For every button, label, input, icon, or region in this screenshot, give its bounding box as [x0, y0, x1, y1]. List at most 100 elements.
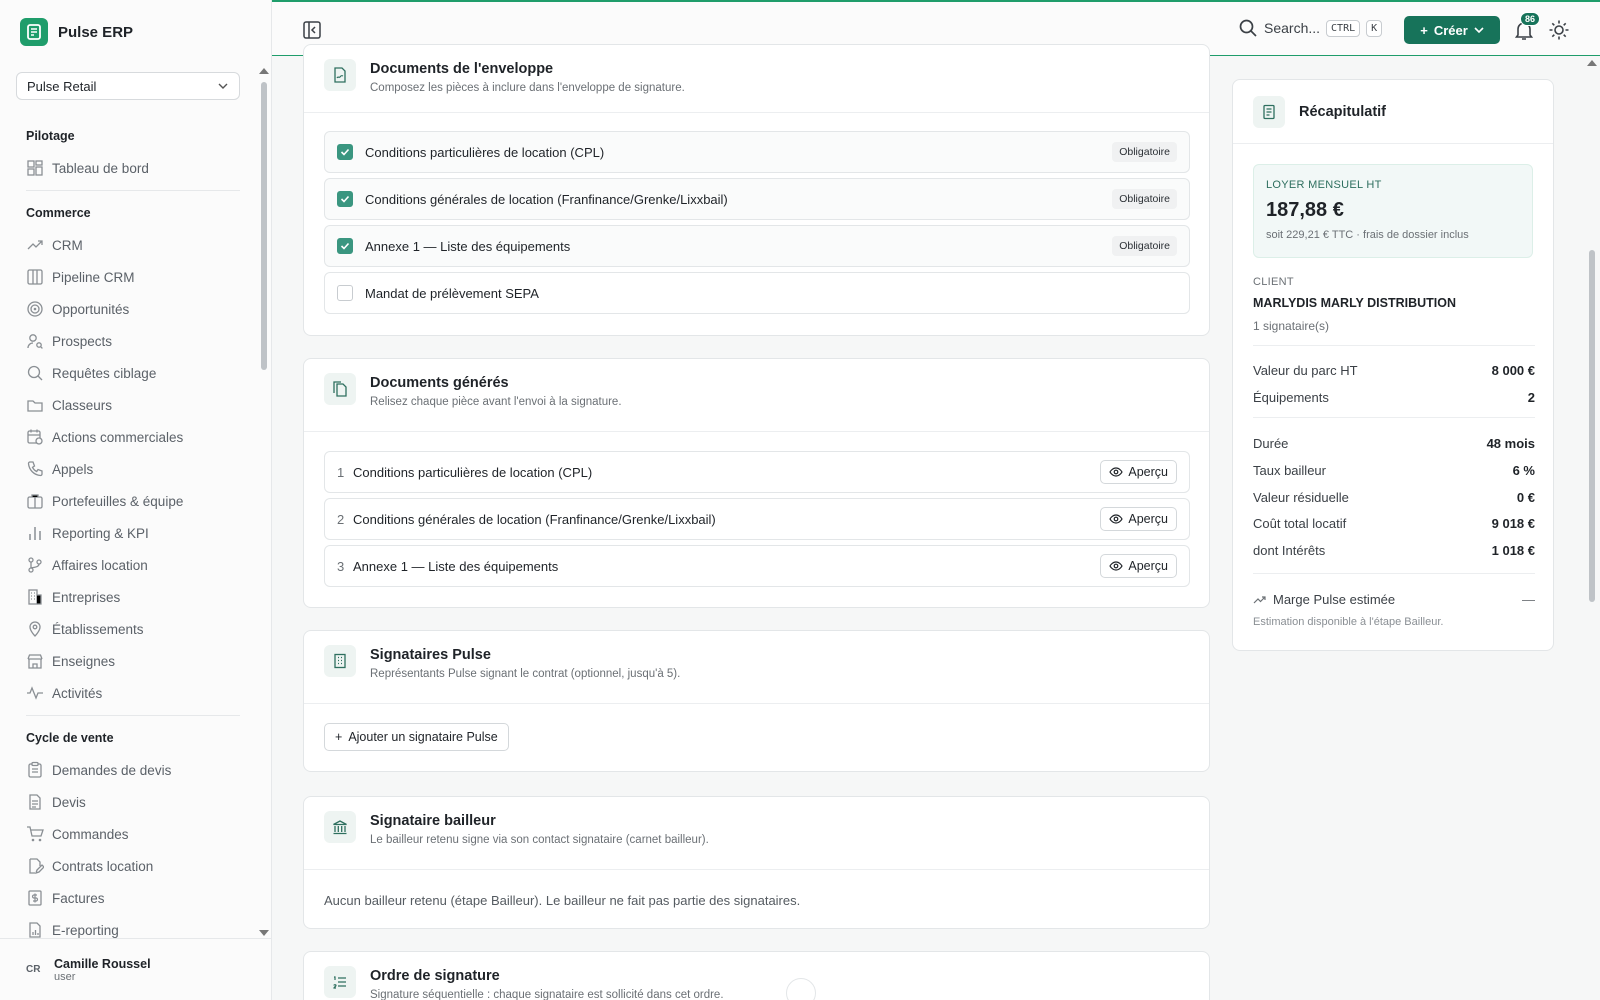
card-subtitle: Signature séquentielle : chaque signatai…: [370, 989, 724, 1000]
required-badge: Obligatoire: [1112, 236, 1177, 256]
sidebar-item-prospects[interactable]: Prospects: [0, 325, 256, 357]
sidebar-item-reporting[interactable]: Reporting & KPI: [0, 517, 256, 549]
columns-icon: [27, 269, 43, 285]
required-badge: Obligatoire: [1112, 189, 1177, 209]
sidebar-toggle-icon[interactable]: [302, 20, 322, 40]
sidebar-item-commandes[interactable]: Commandes: [0, 818, 256, 850]
sidebar-item-entreprises[interactable]: Entreprises: [0, 581, 256, 613]
preview-button[interactable]: Aperçu: [1100, 460, 1177, 484]
sidebar-item-appels[interactable]: Appels: [0, 453, 256, 485]
preview-label: Aperçu: [1128, 512, 1168, 526]
envelope-doc-row[interactable]: Mandat de prélèvement SEPA: [324, 272, 1190, 314]
required-badge: Obligatoire: [1112, 142, 1177, 162]
card-subtitle: Le bailleur retenu signe via son contact…: [370, 834, 709, 846]
margin-label: Marge Pulse estimée: [1273, 592, 1396, 607]
add-pulse-signer-button[interactable]: + Ajouter un signataire Pulse: [324, 723, 509, 751]
avatar: CR: [26, 964, 41, 975]
sidebar-item-label: Factures: [52, 890, 105, 906]
margin-row: Marge Pulse estimée —: [1253, 592, 1535, 607]
monthly-rent-label: LOYER MENSUEL HT: [1266, 179, 1382, 191]
doc-number: 1: [337, 464, 345, 480]
summary-value: 48 mois: [1486, 436, 1535, 451]
divider: [1253, 417, 1535, 418]
sidebar-item-label: Établissements: [52, 621, 144, 637]
envelope-doc-row[interactable]: Conditions particulières de location (CP…: [324, 131, 1190, 173]
margin-value: —: [1522, 592, 1535, 607]
envelope-doc-row[interactable]: Conditions générales de location (Franfi…: [324, 178, 1190, 220]
create-label: Créer: [1433, 22, 1468, 38]
envelope-doc-row[interactable]: Annexe 1 — Liste des équipements Obligat…: [324, 225, 1190, 267]
sidebar: Pulse ERP Pulse Retail Pilotage Tableau …: [0, 0, 272, 1000]
doc-label: Mandat de prélèvement SEPA: [365, 285, 539, 301]
divider: [304, 869, 1209, 870]
sidebar-item-label: Entreprises: [52, 589, 121, 605]
sidebar-item-enseignes[interactable]: Enseignes: [0, 645, 256, 677]
preview-button[interactable]: Aperçu: [1100, 507, 1177, 531]
summary-key: Valeur résiduelle: [1253, 490, 1349, 505]
doc-checkbox[interactable]: [337, 285, 353, 301]
scroll-up-arrow-icon[interactable]: [259, 68, 269, 74]
sidebar-item-etablissements[interactable]: Établissements: [0, 613, 256, 645]
user-menu[interactable]: CR Camille Roussel user: [0, 938, 271, 1000]
bar-chart-icon: [29, 527, 41, 540]
search-button[interactable]: Search... CTRL K: [1238, 18, 1383, 38]
sidebar-item-devis[interactable]: Devis: [0, 786, 256, 818]
nav-section-title: Commerce: [26, 206, 91, 220]
sidebar-item-demandes-de-devis[interactable]: Demandes de devis: [0, 754, 256, 786]
sidebar-item-opportunites[interactable]: Opportunités: [0, 293, 256, 325]
summary-key: Durée: [1253, 436, 1289, 451]
briefcase-icon: [27, 494, 43, 509]
card-title: Documents générés: [370, 375, 509, 391]
nav-divider: [26, 190, 240, 191]
divider: [304, 431, 1209, 432]
sidebar-item-label: Appels: [52, 461, 94, 477]
clipboard-icon: [28, 761, 42, 778]
summary-row: Équipements 2: [1253, 390, 1535, 405]
doc-checkbox[interactable]: [337, 191, 353, 207]
create-button[interactable]: + Créer: [1404, 16, 1500, 44]
search-label: Search...: [1264, 20, 1321, 36]
client-label: CLIENT: [1253, 276, 1294, 288]
no-lessor-text: Aucun bailleur retenu (étape Bailleur). …: [324, 893, 801, 908]
org-select[interactable]: Pulse Retail: [16, 72, 240, 100]
eye-icon: [1109, 514, 1124, 524]
margin-note: Estimation disponible à l'étape Bailleur…: [1253, 616, 1444, 628]
sidebar-item-contrats-location[interactable]: Contrats location: [0, 850, 256, 882]
sun-icon[interactable]: [1548, 19, 1570, 41]
dashboard-icon: [27, 160, 43, 176]
nav-section-title: Pilotage: [26, 129, 75, 143]
floating-widget-icon[interactable]: [786, 978, 816, 1000]
sidebar-item-affaires-location[interactable]: Affaires location: [0, 549, 256, 581]
sidebar-item-label: Classeurs: [52, 397, 113, 413]
summary-value: 1 018 €: [1491, 543, 1535, 558]
invoice-icon: [28, 890, 42, 906]
scroll-down-arrow-icon[interactable]: [259, 930, 269, 936]
check-icon: [340, 242, 350, 250]
brand[interactable]: Pulse ERP: [20, 18, 133, 46]
sidebar-item-pipeline-crm[interactable]: Pipeline CRM: [0, 261, 256, 293]
sidebar-item-classeurs[interactable]: Classeurs: [0, 389, 256, 421]
file-text-icon: [29, 794, 41, 810]
signature-order-card: Ordre de signature Signature séquentiell…: [303, 951, 1210, 1000]
summary-row: Valeur du parc HT 8 000 €: [1253, 363, 1535, 378]
sidebar-scrollbar-thumb[interactable]: [261, 82, 267, 370]
scroll-up-arrow-icon[interactable]: [1587, 60, 1597, 66]
main-scrollbar-thumb[interactable]: [1589, 250, 1595, 602]
folder-icon: [27, 400, 43, 412]
doc-label: Annexe 1 — Liste des équipements: [365, 238, 571, 254]
sidebar-item-crm[interactable]: CRM: [0, 229, 256, 261]
sidebar-item-actions-commerciales[interactable]: Actions commerciales: [0, 421, 256, 453]
nav-section-title: Cycle de vente: [26, 731, 114, 745]
sidebar-item-requetes-ciblage[interactable]: Requêtes ciblage: [0, 357, 256, 389]
sidebar-item-tableau-de-bord[interactable]: Tableau de bord: [0, 152, 256, 184]
building-icon: [28, 589, 42, 605]
receipt-icon: [1253, 95, 1285, 128]
summary-key: Taux bailleur: [1253, 463, 1326, 478]
sidebar-item-portefeuilles[interactable]: Portefeuilles & équipe: [0, 485, 256, 517]
sidebar-item-activites[interactable]: Activités: [0, 677, 256, 709]
preview-button[interactable]: Aperçu: [1100, 554, 1177, 578]
doc-checkbox[interactable]: [337, 144, 353, 160]
sidebar-item-factures[interactable]: Factures: [0, 882, 256, 914]
summary-key: Équipements: [1253, 390, 1329, 405]
doc-checkbox[interactable]: [337, 238, 353, 254]
